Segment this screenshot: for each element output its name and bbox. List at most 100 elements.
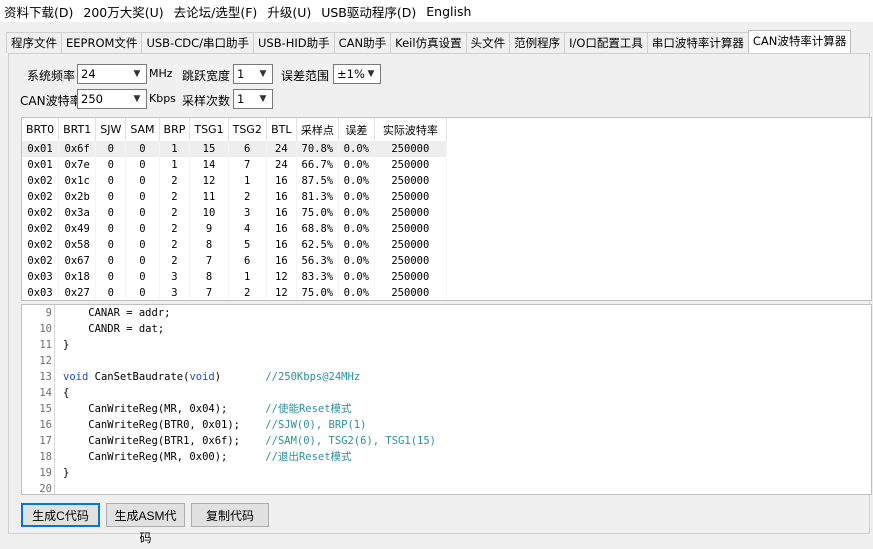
table-row[interactable]: 0x01 0x6f 0 0 1 15 6 24 70.8% 0.0% 250000: [22, 141, 447, 157]
chevron-down-icon: ▼: [367, 69, 375, 79]
tab-strip: 程序文件 EEPROM文件 USB-CDC/串口助手 USB-HID助手 CAN助手 Ke…: [6, 30, 852, 53]
tab[interactable]: CAN助手: [333, 32, 392, 53]
line-number: 19: [39, 467, 52, 479]
sys-freq-value: 24: [81, 67, 96, 81]
table-cell: 0.0%: [338, 205, 375, 221]
tab[interactable]: USB-HID助手: [252, 32, 335, 53]
table-cell: 0.0%: [338, 253, 375, 269]
gutter-separator: [54, 465, 55, 481]
sample-count-label: 采样次数: [182, 94, 231, 108]
error-range-combo[interactable]: ±1% ▼: [333, 64, 381, 84]
results-table[interactable]: BRT0 BRT1 SJW SAM BRP TSG1 TSG2 BTL 采样点 误差 实际波特率 0…: [21, 117, 872, 301]
table-row[interactable]: 0x02 0x49 0 0 2 9 4 16 68.8% 0.0% 250000: [22, 221, 447, 237]
sample-count-combo[interactable]: 1 ▼: [233, 89, 273, 109]
menu-item[interactable]: English: [422, 4, 477, 19]
table-cell: 0: [125, 269, 160, 285]
column-header[interactable]: TSG1: [189, 118, 229, 141]
column-header[interactable]: BRT1: [58, 118, 97, 141]
table-cell: 56.3%: [296, 253, 339, 269]
table-cell: 2: [159, 189, 191, 205]
code-editor[interactable]: 9 CANAR = addr; 10 CANDR = dat; 11} 12 13 voi…: [21, 304, 872, 495]
column-header[interactable]: BRP: [159, 118, 191, 141]
table-cell: 75.0%: [296, 205, 339, 221]
column-header[interactable]: BRT0: [22, 118, 60, 141]
tab[interactable]: EEPROM文件: [61, 32, 143, 53]
table-cell: 16: [266, 221, 297, 237]
table-cell: 16: [266, 173, 297, 189]
tab[interactable]: I/O口配置工具: [564, 32, 648, 53]
gutter-separator: [54, 401, 55, 417]
menu-item[interactable]: 去论坛/选型(F): [170, 2, 264, 21]
column-header[interactable]: TSG2: [228, 118, 267, 141]
code-comment: //退出Reset模式: [265, 451, 352, 463]
table-cell: 66.7%: [296, 157, 339, 173]
table-cell: 0: [95, 253, 127, 269]
column-header[interactable]: 实际波特率: [374, 118, 447, 141]
chevron-down-icon: ▼: [133, 69, 141, 79]
copy-code-button[interactable]: 复制代码: [191, 503, 269, 527]
column-header[interactable]: SJW: [95, 118, 127, 141]
menu-item[interactable]: 200万大奖(U): [79, 2, 169, 21]
table-cell: 0: [125, 173, 160, 189]
generate-asm-button[interactable]: 生成ASM代码: [106, 503, 185, 545]
table-cell: 10: [189, 205, 229, 221]
can-baud-label: CAN波特率: [20, 94, 82, 108]
table-row[interactable]: 0x02 0x2b 0 0 2 11 2 16 81.3% 0.0% 250000: [22, 189, 447, 205]
menu-item[interactable]: 资料下载(D): [0, 2, 79, 21]
table-cell: 1: [228, 173, 267, 189]
menu-item[interactable]: 升级(U): [263, 2, 317, 21]
table-cell: 0: [125, 221, 160, 237]
tab[interactable]: 程序文件: [6, 32, 62, 53]
table-cell: 16: [266, 253, 297, 269]
table-cell: 0x02: [22, 237, 60, 253]
table-row[interactable]: 0x03 0x18 0 0 3 8 1 12 83.3% 0.0% 250000: [22, 269, 447, 285]
jump-width-combo[interactable]: 1 ▼: [233, 64, 273, 84]
tab[interactable]: Keil仿真设置: [390, 32, 467, 53]
table-cell: 4: [228, 221, 267, 237]
table-cell: 0x02: [22, 221, 60, 237]
tab[interactable]: 范例程序: [509, 32, 566, 53]
column-header[interactable]: BTL: [266, 118, 297, 141]
table-row[interactable]: 0x02 0x3a 0 0 2 10 3 16 75.0% 0.0% 250000: [22, 205, 447, 221]
table-cell: 1: [159, 157, 191, 173]
table-row[interactable]: 0x01 0x7e 0 0 1 14 7 24 66.7% 0.0% 250000: [22, 157, 447, 173]
table-cell: 24: [266, 141, 297, 157]
generate-c-button[interactable]: 生成C代码: [21, 503, 100, 527]
code-text: CanWriteReg(MR, 0x00); //退出Reset模式: [63, 449, 352, 465]
tab[interactable]: 头文件: [465, 32, 511, 53]
code-token: CanWriteReg(BTR0, 0x01);: [63, 419, 266, 431]
menu-item[interactable]: USB驱动程序(D): [317, 2, 422, 21]
sys-freq-unit: MHz: [149, 67, 173, 80]
code-line: 12: [22, 353, 871, 369]
table-cell: 250000: [374, 221, 447, 237]
table-cell: 0.0%: [338, 173, 375, 189]
table-cell: 2: [159, 237, 191, 253]
table-row[interactable]: 0x02 0x58 0 0 2 8 5 16 62.5% 0.0% 250000: [22, 237, 447, 253]
table-cell: 0: [95, 189, 127, 205]
sys-freq-combo[interactable]: 24 ▼: [77, 64, 147, 84]
table-cell: 250000: [374, 141, 447, 157]
can-baud-combo[interactable]: 250 ▼: [77, 89, 147, 109]
tab[interactable]: CAN波特率计算器: [747, 30, 852, 53]
table-cell: 2: [159, 253, 191, 269]
table-cell: 0: [95, 205, 127, 221]
column-header[interactable]: 采样点: [296, 118, 339, 141]
column-header[interactable]: SAM: [125, 118, 160, 141]
table-row[interactable]: 0x02 0x1c 0 0 2 12 1 16 87.5% 0.0% 250000: [22, 173, 447, 189]
tab[interactable]: 串口波特率计算器: [646, 32, 749, 53]
table-cell: 5: [228, 237, 267, 253]
table-cell: 12: [189, 173, 229, 189]
sys-freq-label: 系统频率: [27, 69, 76, 83]
line-number: 14: [39, 387, 52, 399]
table-row[interactable]: 0x03 0x27 0 0 3 7 2 12 75.0% 0.0% 250000: [22, 285, 447, 300]
table-cell: 62.5%: [296, 237, 339, 253]
code-comment: //250Kbps@24MHz: [265, 371, 361, 383]
column-header[interactable]: 误差: [338, 118, 375, 141]
table-cell: 0x7e: [58, 157, 97, 173]
tab[interactable]: USB-CDC/串口助手: [141, 32, 254, 53]
gutter-separator: [54, 481, 55, 494]
table-cell: 0.0%: [338, 157, 375, 173]
jump-width-value: 1: [237, 67, 245, 81]
line-number: 17: [39, 435, 52, 447]
table-row[interactable]: 0x02 0x67 0 0 2 7 6 16 56.3% 0.0% 250000: [22, 253, 447, 269]
